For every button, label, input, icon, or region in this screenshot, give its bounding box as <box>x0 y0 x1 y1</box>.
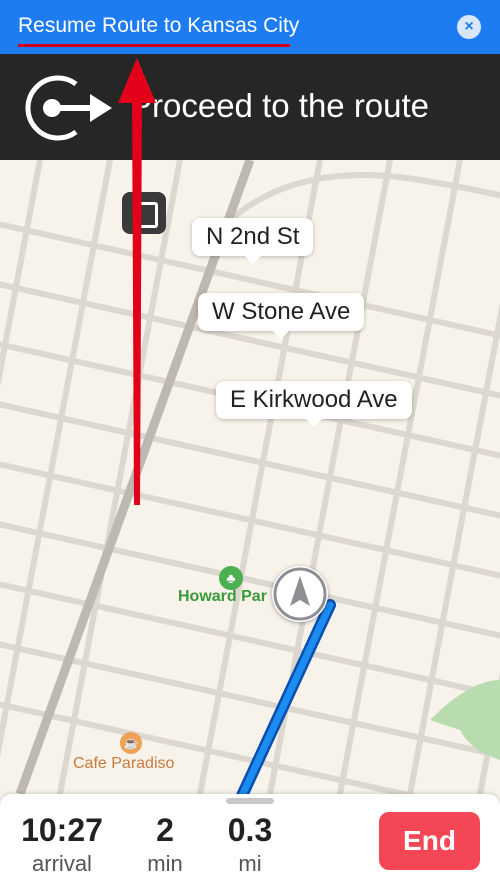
navigation-instruction-bar: Proceed to the route <box>0 54 500 160</box>
trip-summary-card[interactable]: 10:27 arrival 2 min 0.3 mi End <box>0 794 500 889</box>
transit-icon[interactable] <box>122 192 166 234</box>
distance-stat: 0.3 mi <box>220 812 280 877</box>
street-label-w-stone-ave[interactable]: W Stone Ave <box>198 293 365 339</box>
street-label-n-2nd-st[interactable]: N 2nd St <box>192 218 314 264</box>
banner-title[interactable]: Resume Route to Kansas City <box>18 14 299 38</box>
distance-value: 0.3 <box>227 812 273 848</box>
arrival-stat: 10:27 arrival <box>18 812 106 877</box>
poi-park-label[interactable]: Howard Par <box>178 588 267 606</box>
end-button[interactable]: End <box>379 812 480 870</box>
banner-underline <box>18 44 290 47</box>
map-view[interactable]: N 2nd St W Stone Ave E Kirkwood Ave ♣ Ho… <box>0 160 500 794</box>
current-location-arrow-icon[interactable] <box>272 566 328 622</box>
minutes-label: min <box>147 851 183 876</box>
coffee-icon[interactable]: ☕ <box>120 732 142 754</box>
drag-handle[interactable] <box>226 798 274 804</box>
poi-cafe-label[interactable]: Cafe Paradiso <box>73 755 174 773</box>
distance-label: mi <box>238 851 262 876</box>
navigation-instruction: Proceed to the route <box>130 87 430 124</box>
arrival-label: arrival <box>32 851 92 876</box>
minutes-stat: 2 min <box>140 812 190 877</box>
resume-route-banner[interactable]: Resume Route to Kansas City × <box>0 0 500 54</box>
arrival-time: 10:27 <box>21 812 103 848</box>
proceed-to-route-icon <box>25 75 112 141</box>
street-label-e-kirkwood-ave[interactable]: E Kirkwood Ave <box>216 381 412 427</box>
close-icon[interactable]: × <box>457 15 481 39</box>
minutes-value: 2 <box>156 812 174 848</box>
park-icon[interactable]: ♣ <box>219 566 243 590</box>
